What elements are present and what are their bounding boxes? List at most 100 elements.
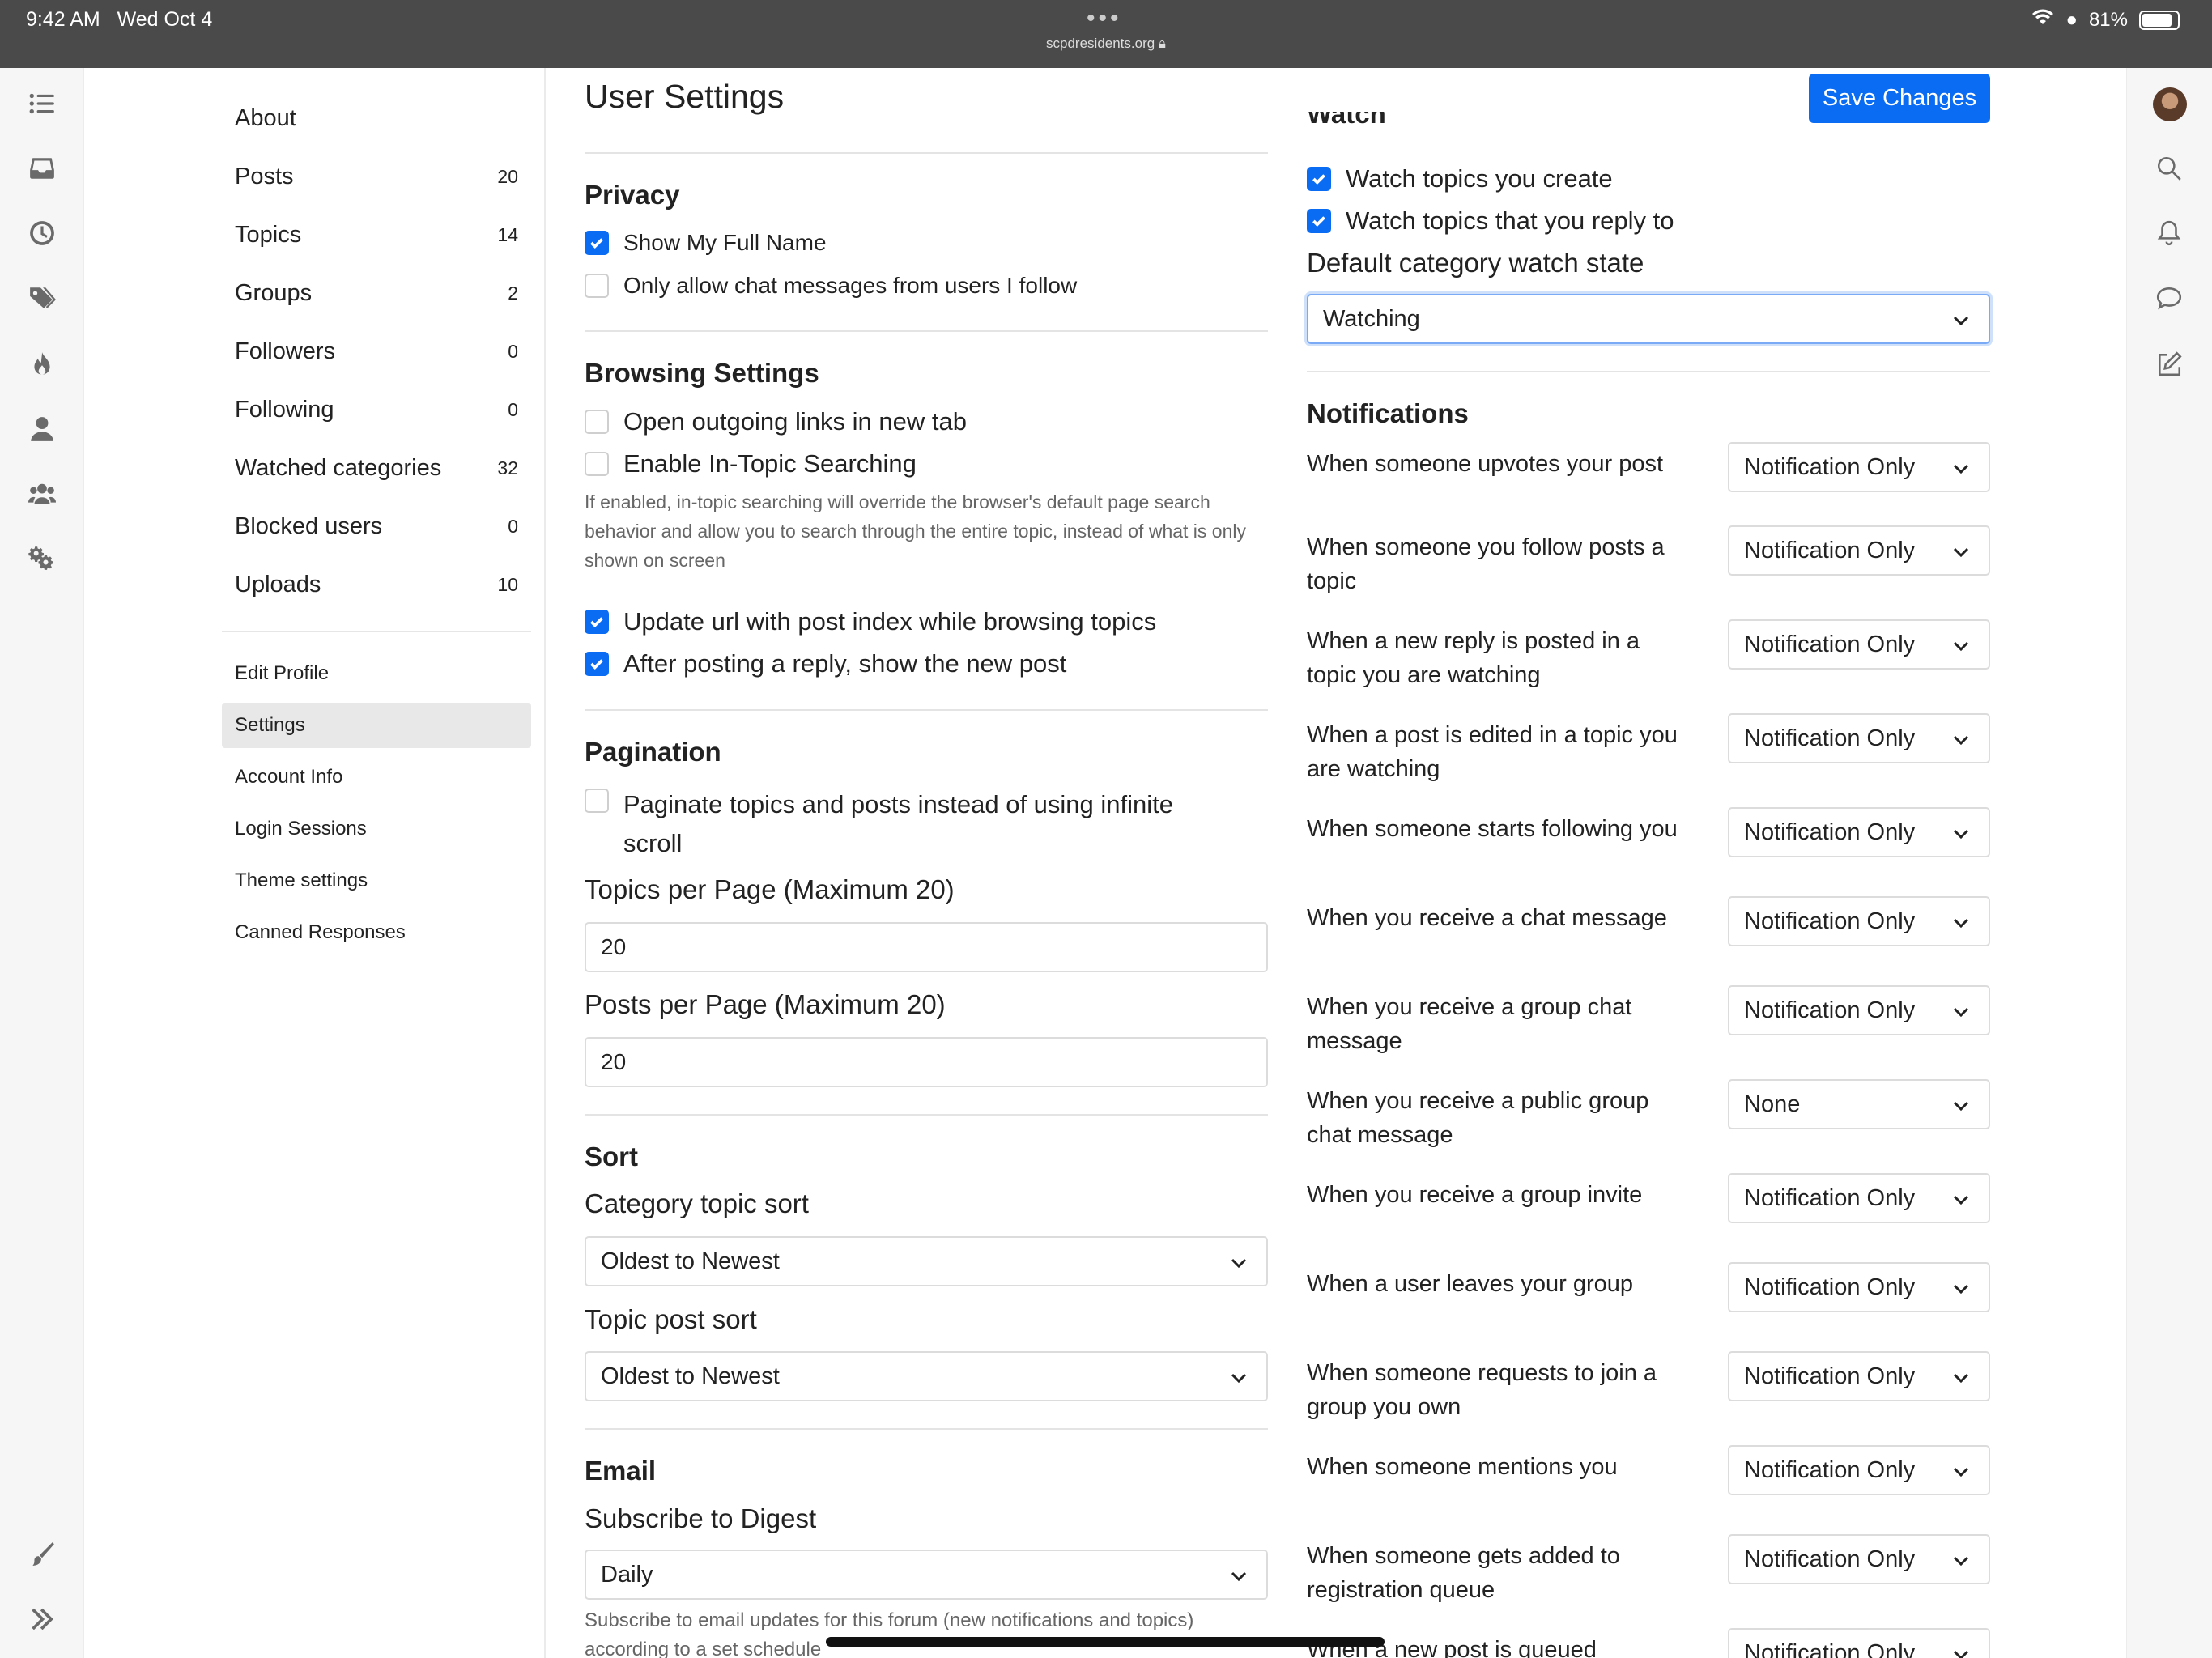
sort-title: Sort xyxy=(585,1141,638,1171)
posts-per-page-label: Posts per Page (Maximum 20) xyxy=(585,989,946,1019)
inbox-icon[interactable] xyxy=(24,151,60,186)
battery-percent: 81% xyxy=(2088,8,2128,31)
notification-select[interactable]: Notification Only xyxy=(1728,1628,1990,1658)
more-dots-icon[interactable]: ••• xyxy=(1087,5,1122,32)
watch-reply-option[interactable]: Watch topics that you reply to xyxy=(1307,206,1674,236)
notification-select[interactable]: Notification Only xyxy=(1728,807,1990,857)
nav-sub-theme-settings[interactable]: Theme settings xyxy=(222,858,531,903)
nav-sub-canned-responses[interactable]: Canned Responses xyxy=(222,910,531,955)
chevron-down-icon xyxy=(1951,1095,1971,1115)
page-title: User Settings xyxy=(585,78,785,115)
notification-select[interactable]: Notification Only xyxy=(1728,525,1990,576)
notification-select[interactable]: Notification Only xyxy=(1728,442,1990,492)
users-icon[interactable] xyxy=(24,476,60,512)
page-url[interactable]: scpdresidents.org 🔒︎ xyxy=(0,36,2212,52)
notification-label: When someone starts following you xyxy=(1307,816,1678,842)
chat-icon[interactable] xyxy=(2151,280,2187,316)
digest-select[interactable]: Daily xyxy=(585,1550,1268,1600)
nav-item-topics[interactable]: Topics 14 xyxy=(222,219,531,251)
checkbox[interactable] xyxy=(585,410,609,434)
checkbox[interactable] xyxy=(585,274,609,298)
checkbox[interactable] xyxy=(1307,209,1331,233)
search-icon[interactable] xyxy=(2151,151,2187,186)
person-icon: ● xyxy=(2065,8,2078,31)
chevron-down-icon xyxy=(1951,729,1971,749)
expand-icon[interactable] xyxy=(24,1601,60,1637)
nav-item-blocked-users[interactable]: Blocked users 0 xyxy=(222,510,531,542)
notification-select[interactable]: Notification Only xyxy=(1728,985,1990,1035)
watch-create-option[interactable]: Watch topics you create xyxy=(1307,164,1613,193)
nav-item-groups[interactable]: Groups 2 xyxy=(222,277,531,309)
category-sort-select[interactable]: Oldest to Newest xyxy=(585,1236,1268,1286)
chevron-down-icon xyxy=(1951,542,1971,561)
chat-follow-only-option[interactable]: Only allow chat messages from users I fo… xyxy=(585,273,1077,299)
notification-label: When someone requests to join a group you… xyxy=(1307,1360,1657,1420)
checkbox[interactable] xyxy=(585,452,609,476)
privacy-title: Privacy xyxy=(585,180,680,210)
notification-select[interactable]: None xyxy=(1728,1079,1990,1129)
fire-icon[interactable] xyxy=(24,346,60,382)
nav-sub-edit-profile[interactable]: Edit Profile xyxy=(222,651,531,696)
notification-label: When someone upvotes your post xyxy=(1307,451,1664,477)
notification-select[interactable]: Notification Only xyxy=(1728,1445,1990,1495)
topics-per-page-input[interactable]: 20 xyxy=(585,922,1268,972)
notification-label: When a post is edited in a topic you are … xyxy=(1307,722,1678,782)
notification-select[interactable]: Notification Only xyxy=(1728,1173,1990,1223)
topic-sort-select[interactable]: Oldest to Newest xyxy=(585,1351,1268,1401)
notification-select[interactable]: Notification Only xyxy=(1728,1262,1990,1312)
right-icon-rail xyxy=(2126,68,2212,1658)
show-new-post-option[interactable]: After posting a reply, show the new post xyxy=(585,649,1066,678)
notification-select[interactable]: Notification Only xyxy=(1728,619,1990,670)
notification-select[interactable]: Notification Only xyxy=(1728,1534,1990,1584)
show-full-name-option[interactable]: Show My Full Name xyxy=(585,230,827,256)
divider xyxy=(585,152,1268,154)
divider xyxy=(1307,371,1990,372)
gears-icon[interactable] xyxy=(24,541,60,576)
list-icon[interactable] xyxy=(24,86,60,121)
notification-label: When a new reply is posted in a topic you… xyxy=(1307,628,1640,688)
notification-select[interactable]: Notification Only xyxy=(1728,1351,1990,1401)
notification-label: When you receive a group invite xyxy=(1307,1182,1643,1208)
compose-icon[interactable] xyxy=(2151,346,2187,382)
checkbox[interactable] xyxy=(585,231,609,255)
brush-icon[interactable] xyxy=(24,1537,60,1572)
nav-item-posts[interactable]: Posts 20 xyxy=(222,160,531,193)
clock-icon[interactable] xyxy=(24,215,60,251)
bell-icon[interactable] xyxy=(2151,215,2187,251)
nav-sub-login-sessions[interactable]: Login Sessions xyxy=(222,806,531,852)
nav-sub-account-info[interactable]: Account Info xyxy=(222,755,531,800)
notification-label: When a user leaves your group xyxy=(1307,1271,1633,1297)
notification-label: When you receive a public group chat mess… xyxy=(1307,1088,1649,1148)
checkbox[interactable] xyxy=(585,610,609,634)
update-url-option[interactable]: Update url with post index while browsin… xyxy=(585,607,1156,636)
battery-icon xyxy=(2139,10,2180,30)
nav-item-following[interactable]: Following 0 xyxy=(222,393,531,426)
avatar[interactable] xyxy=(2153,87,2187,121)
checkbox[interactable] xyxy=(585,789,609,813)
default-watch-select[interactable]: Watching xyxy=(1307,294,1990,344)
category-sort-label: Category topic sort xyxy=(585,1188,809,1218)
notification-select[interactable]: Notification Only xyxy=(1728,713,1990,763)
divider xyxy=(585,1428,1268,1430)
notifications-title: Notifications xyxy=(1307,398,1469,428)
nav-item-watched-categories[interactable]: Watched categories 32 xyxy=(222,452,531,484)
checkbox[interactable] xyxy=(585,652,609,676)
paginate-option[interactable]: Paginate topics and posts instead of usi… xyxy=(585,785,1173,863)
nav-sub-settings[interactable]: Settings xyxy=(222,703,531,748)
tags-icon[interactable] xyxy=(24,280,60,316)
checkbox[interactable] xyxy=(1307,167,1331,191)
user-icon[interactable] xyxy=(24,411,60,447)
nav-item-about[interactable]: About xyxy=(222,102,531,134)
open-links-new-tab-option[interactable]: Open outgoing links in new tab xyxy=(585,407,967,436)
chevron-down-icon xyxy=(1951,1550,1971,1570)
in-topic-search-help: If enabled, in-topic searching will over… xyxy=(585,491,1246,571)
notification-select[interactable]: Notification Only xyxy=(1728,896,1990,946)
chevron-down-icon xyxy=(1951,823,1971,843)
chevron-down-icon xyxy=(1951,1278,1971,1298)
nav-item-followers[interactable]: Followers 0 xyxy=(222,335,531,368)
posts-per-page-input[interactable]: 20 xyxy=(585,1037,1268,1087)
nav-item-uploads[interactable]: Uploads 10 xyxy=(222,568,531,601)
chevron-down-icon xyxy=(1951,1461,1971,1481)
in-topic-search-option[interactable]: Enable In-Topic Searching xyxy=(585,449,917,478)
chevron-down-icon xyxy=(1951,458,1971,478)
